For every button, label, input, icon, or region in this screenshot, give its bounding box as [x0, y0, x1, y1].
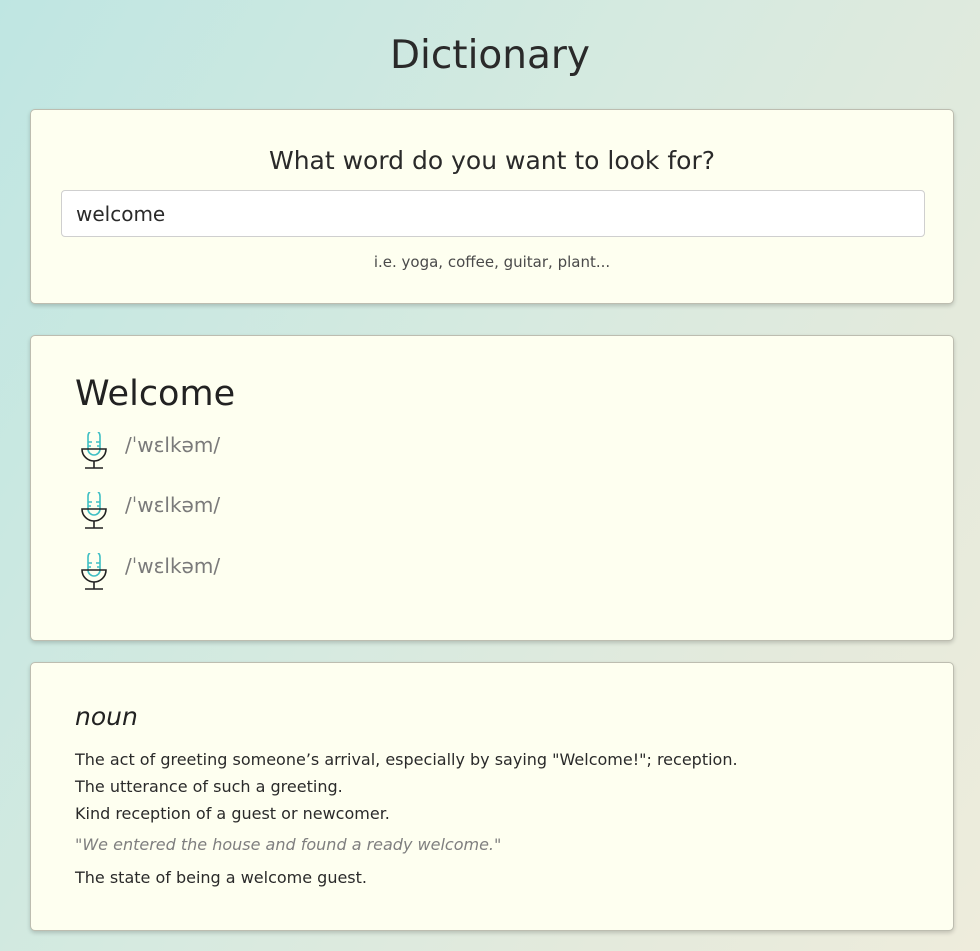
microphone-icon[interactable]	[75, 432, 113, 472]
definition-item: The state of being a welcome guest.	[75, 868, 367, 887]
phonetic-row: /ˈwɛlkəm/	[75, 492, 220, 532]
definition-example: "We entered the house and found a ready …	[75, 835, 502, 854]
part-of-speech: noun	[75, 702, 138, 731]
phonetic-text: /ˈwɛlkəm/	[125, 493, 221, 517]
definition-item: The act of greeting someone’s arrival, e…	[75, 750, 738, 769]
phonetic-row: /ˈwɛlkəm/	[75, 432, 220, 472]
page-title: Dictionary	[389, 33, 591, 78]
definition-item: The utterance of such a greeting.	[75, 777, 343, 796]
meaning-card: noun The act of greeting someone’s arriv…	[30, 662, 954, 931]
microphone-icon[interactable]	[75, 553, 113, 593]
search-hint: i.e. yoga, coffee, guitar, plant...	[373, 253, 611, 271]
phonetic-row: /ˈwɛlkəm/	[75, 553, 220, 593]
word-heading: Welcome	[75, 374, 236, 414]
phonetic-text: /ˈwɛlkəm/	[125, 433, 221, 457]
search-prompt: What word do you want to look for?	[268, 146, 716, 175]
word-card: Welcome /ˈwɛlkəm/ /ˈwɛlkəm/ /ˈwɛlkəm/	[30, 335, 954, 641]
definition-item: Kind reception of a guest or newcomer.	[75, 804, 390, 823]
search-input[interactable]	[61, 190, 925, 237]
microphone-icon[interactable]	[75, 492, 113, 532]
phonetic-text: /ˈwɛlkəm/	[125, 554, 221, 578]
search-card: What word do you want to look for? i.e. …	[30, 109, 954, 304]
